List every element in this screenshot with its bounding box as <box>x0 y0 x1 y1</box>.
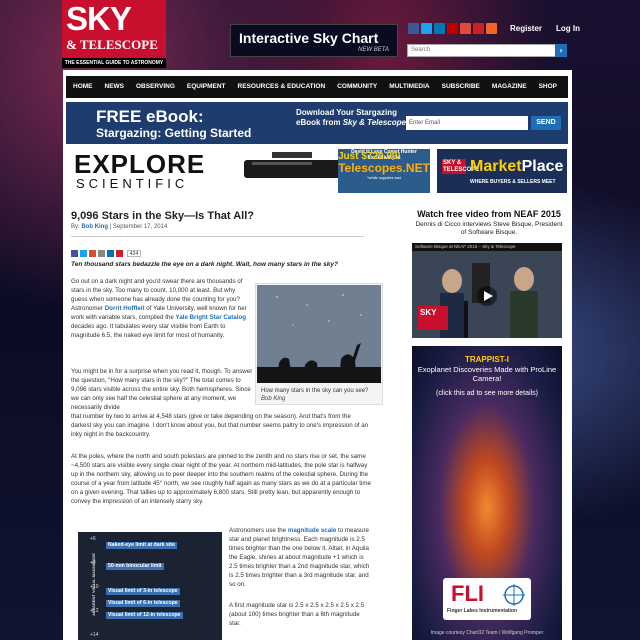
site-logo[interactable]: SKY & TELESCOPE THE ESSENTIAL GUIDE TO A… <box>62 0 166 68</box>
sky-chart-title: Interactive Sky Chart <box>239 30 379 46</box>
paragraph-3: At the poles, where the north and south … <box>71 453 371 505</box>
video-title-bar: Software Bisque at NEAF 2015 – Sky & Tel… <box>412 243 562 251</box>
youtube-icon[interactable] <box>447 23 458 34</box>
magnitude-tick: +10 <box>90 584 99 590</box>
telescopes-net-ad[interactable]: Just $729.99! David H Levy Comet Hunter … <box>338 149 430 193</box>
fli-logo-text: FLI <box>451 581 484 606</box>
magnitude-row: Visual limit of 3-in telescope <box>106 588 180 595</box>
paragraph-2b: that number by two to arrive at 4,548 st… <box>71 413 369 438</box>
ebook-download-text: Download Your Stargazing eBook from Sky … <box>296 108 406 127</box>
ebook-headline: FREE eBook: <box>96 107 204 126</box>
logo-tagline: THE ESSENTIAL GUIDE TO ASTRONOMY <box>62 58 166 68</box>
marketplace-title: MarketPlace <box>470 158 564 175</box>
ad-price: Just $729.99! <box>338 151 401 162</box>
nav-item-equipment[interactable]: EQUIPMENT <box>187 82 226 92</box>
article-title: 9,096 Stars in the Sky—Is That All? <box>71 210 254 222</box>
marketplace-sub: WHERE BUYERS & SELLERS MEET <box>470 179 556 185</box>
video-logo: SKY <box>418 306 448 330</box>
share-facebook-icon[interactable] <box>71 250 78 257</box>
magnitude-figure: APPARENT VISUAL MAGNITUDE +6 +8 +10 +12 … <box>78 532 222 640</box>
magnitude-tick: +8 <box>90 560 96 566</box>
logo-sky: SKY <box>66 0 132 37</box>
facebook-icon[interactable] <box>408 23 419 34</box>
nav-item-community[interactable]: COMMUNITY <box>337 82 377 92</box>
fli-logo-sub: Finger Lakes Instrumentation <box>447 608 518 614</box>
search-input[interactable]: Search <box>407 44 556 57</box>
title-divider <box>71 236 364 237</box>
article-lead: Ten thousand stars bedazzle the eye on a… <box>71 261 338 268</box>
nav-item-shop[interactable]: SHOP <box>539 82 557 92</box>
fli-headline: TRAPPIST-I <box>464 355 509 364</box>
share-bar <box>71 250 123 257</box>
fli-subhead: Exoplanet Discoveries Made with ProLine … <box>417 365 557 383</box>
link-yale-catalog[interactable]: Yale Bright Star Catalog <box>176 314 247 321</box>
login-link[interactable]: Log In <box>556 24 580 34</box>
ebook-subhead: Stargazing: Getting Started <box>96 126 252 140</box>
nav-item-subscribe[interactable]: SUBSCRIBE <box>442 82 480 92</box>
explore-scientific-ad[interactable]: EXPLORE SCIENTIFIC <box>70 149 380 191</box>
fli-ad[interactable]: TRAPPIST-I Exoplanet Discoveries Made wi… <box>412 346 562 640</box>
share-google-icon[interactable] <box>89 250 96 257</box>
video-description: Dennis di Cicco interviews Steve Bisque,… <box>415 221 563 236</box>
magnitude-row: Naked-eye limit at dark site <box>106 542 177 549</box>
send-button[interactable]: SEND <box>531 116 561 130</box>
share-linkedin-icon[interactable] <box>107 250 114 257</box>
fli-cta: (click this ad to see more details) <box>436 390 538 397</box>
magnitude-row: Visual limit of 12-in telescope <box>106 612 183 619</box>
ad-explore-line2: SCIENTIFIC <box>76 176 189 191</box>
nav-item-multimedia[interactable]: MULTIMEDIA <box>389 82 429 92</box>
stargazers-photo <box>257 285 381 383</box>
nav-item-magazine[interactable]: MAGAZINE <box>492 82 527 92</box>
paragraph-2a: You might be in for a surprise when you … <box>71 368 253 411</box>
share-count: 424 <box>127 250 141 257</box>
share-email-icon[interactable] <box>98 250 105 257</box>
author-link[interactable]: Bob King <box>81 224 108 230</box>
rss-icon[interactable] <box>486 23 497 34</box>
share-pinterest-icon[interactable] <box>116 250 123 257</box>
linkedin-icon[interactable] <box>434 23 445 34</box>
sky-chart-badge: NEW BETA <box>358 47 389 53</box>
twitter-icon[interactable] <box>421 23 432 34</box>
magnitude-tick: +14 <box>90 632 99 638</box>
link-magnitude-scale[interactable]: magnitude scale <box>288 527 337 534</box>
share-twitter-icon[interactable] <box>80 250 87 257</box>
fli-credit: Image courtesy Chart32 Team / Wolfgang P… <box>430 630 544 636</box>
social-icons <box>408 23 497 35</box>
magnitude-row: 50-mm binocular limit <box>106 563 164 570</box>
marketplace-badge: SKY & TELESCOPE <box>442 159 480 174</box>
ad-explore-line1: EXPLORE <box>74 149 206 179</box>
register-link[interactable]: Register <box>510 24 542 34</box>
google-plus-icon[interactable] <box>460 23 471 34</box>
crosshair-icon <box>503 584 525 606</box>
logo-telescope: & TELESCOPE <box>66 37 158 52</box>
nav-item-home[interactable]: HOME <box>73 82 93 92</box>
nav-item-observing[interactable]: OBSERVING <box>136 82 175 92</box>
paragraph-4: Astronomers use the magnitude scale to m… <box>229 527 370 588</box>
pinterest-icon[interactable] <box>473 23 484 34</box>
magnitude-row: Visual limit of 6-in telescope <box>106 600 180 607</box>
sky-chart-banner[interactable]: Interactive Sky Chart NEW BETA <box>230 24 398 57</box>
nav-item-resources[interactable]: RESOURCES & EDUCATION <box>238 82 326 92</box>
ad-note: *while supplies last <box>367 175 401 180</box>
article-byline: By: Bob King | September 17, 2014 <box>71 224 168 230</box>
magnitude-tick: +6 <box>90 536 96 542</box>
photo-caption: How many stars in the sky can you see? Bo… <box>261 388 369 402</box>
caption-credit: Bob King <box>261 396 286 402</box>
magnitude-tick: +12 <box>90 608 99 614</box>
email-field[interactable]: Enter Email <box>406 116 528 130</box>
video-player[interactable]: Software Bisque at NEAF 2015 – Sky & Tel… <box>412 243 562 338</box>
video-title: Watch free video from NEAF 2015 <box>417 209 561 219</box>
nav-item-news[interactable]: NEWS <box>105 82 125 92</box>
account-links: Register Log In <box>510 24 580 34</box>
main-nav: HOME NEWS OBSERVING EQUIPMENT RESOURCES … <box>66 76 568 98</box>
ad-site: Telescopes.NET <box>338 161 430 175</box>
marketplace-ad[interactable]: SKY & TELESCOPE MarketPlace WHERE BUYERS… <box>437 149 567 193</box>
paragraph-5: A first magnitude star is 2.5 x 2.5 x 2.… <box>229 602 365 627</box>
paragraph-1: Go out on a dark night and you'd swear t… <box>71 278 247 339</box>
fli-logo: FLI Finger Lakes Instrumentation <box>443 578 531 620</box>
search-button[interactable]: › <box>555 44 567 57</box>
link-dorrit-hoffleit[interactable]: Dorrit Hoffleit <box>105 305 145 312</box>
